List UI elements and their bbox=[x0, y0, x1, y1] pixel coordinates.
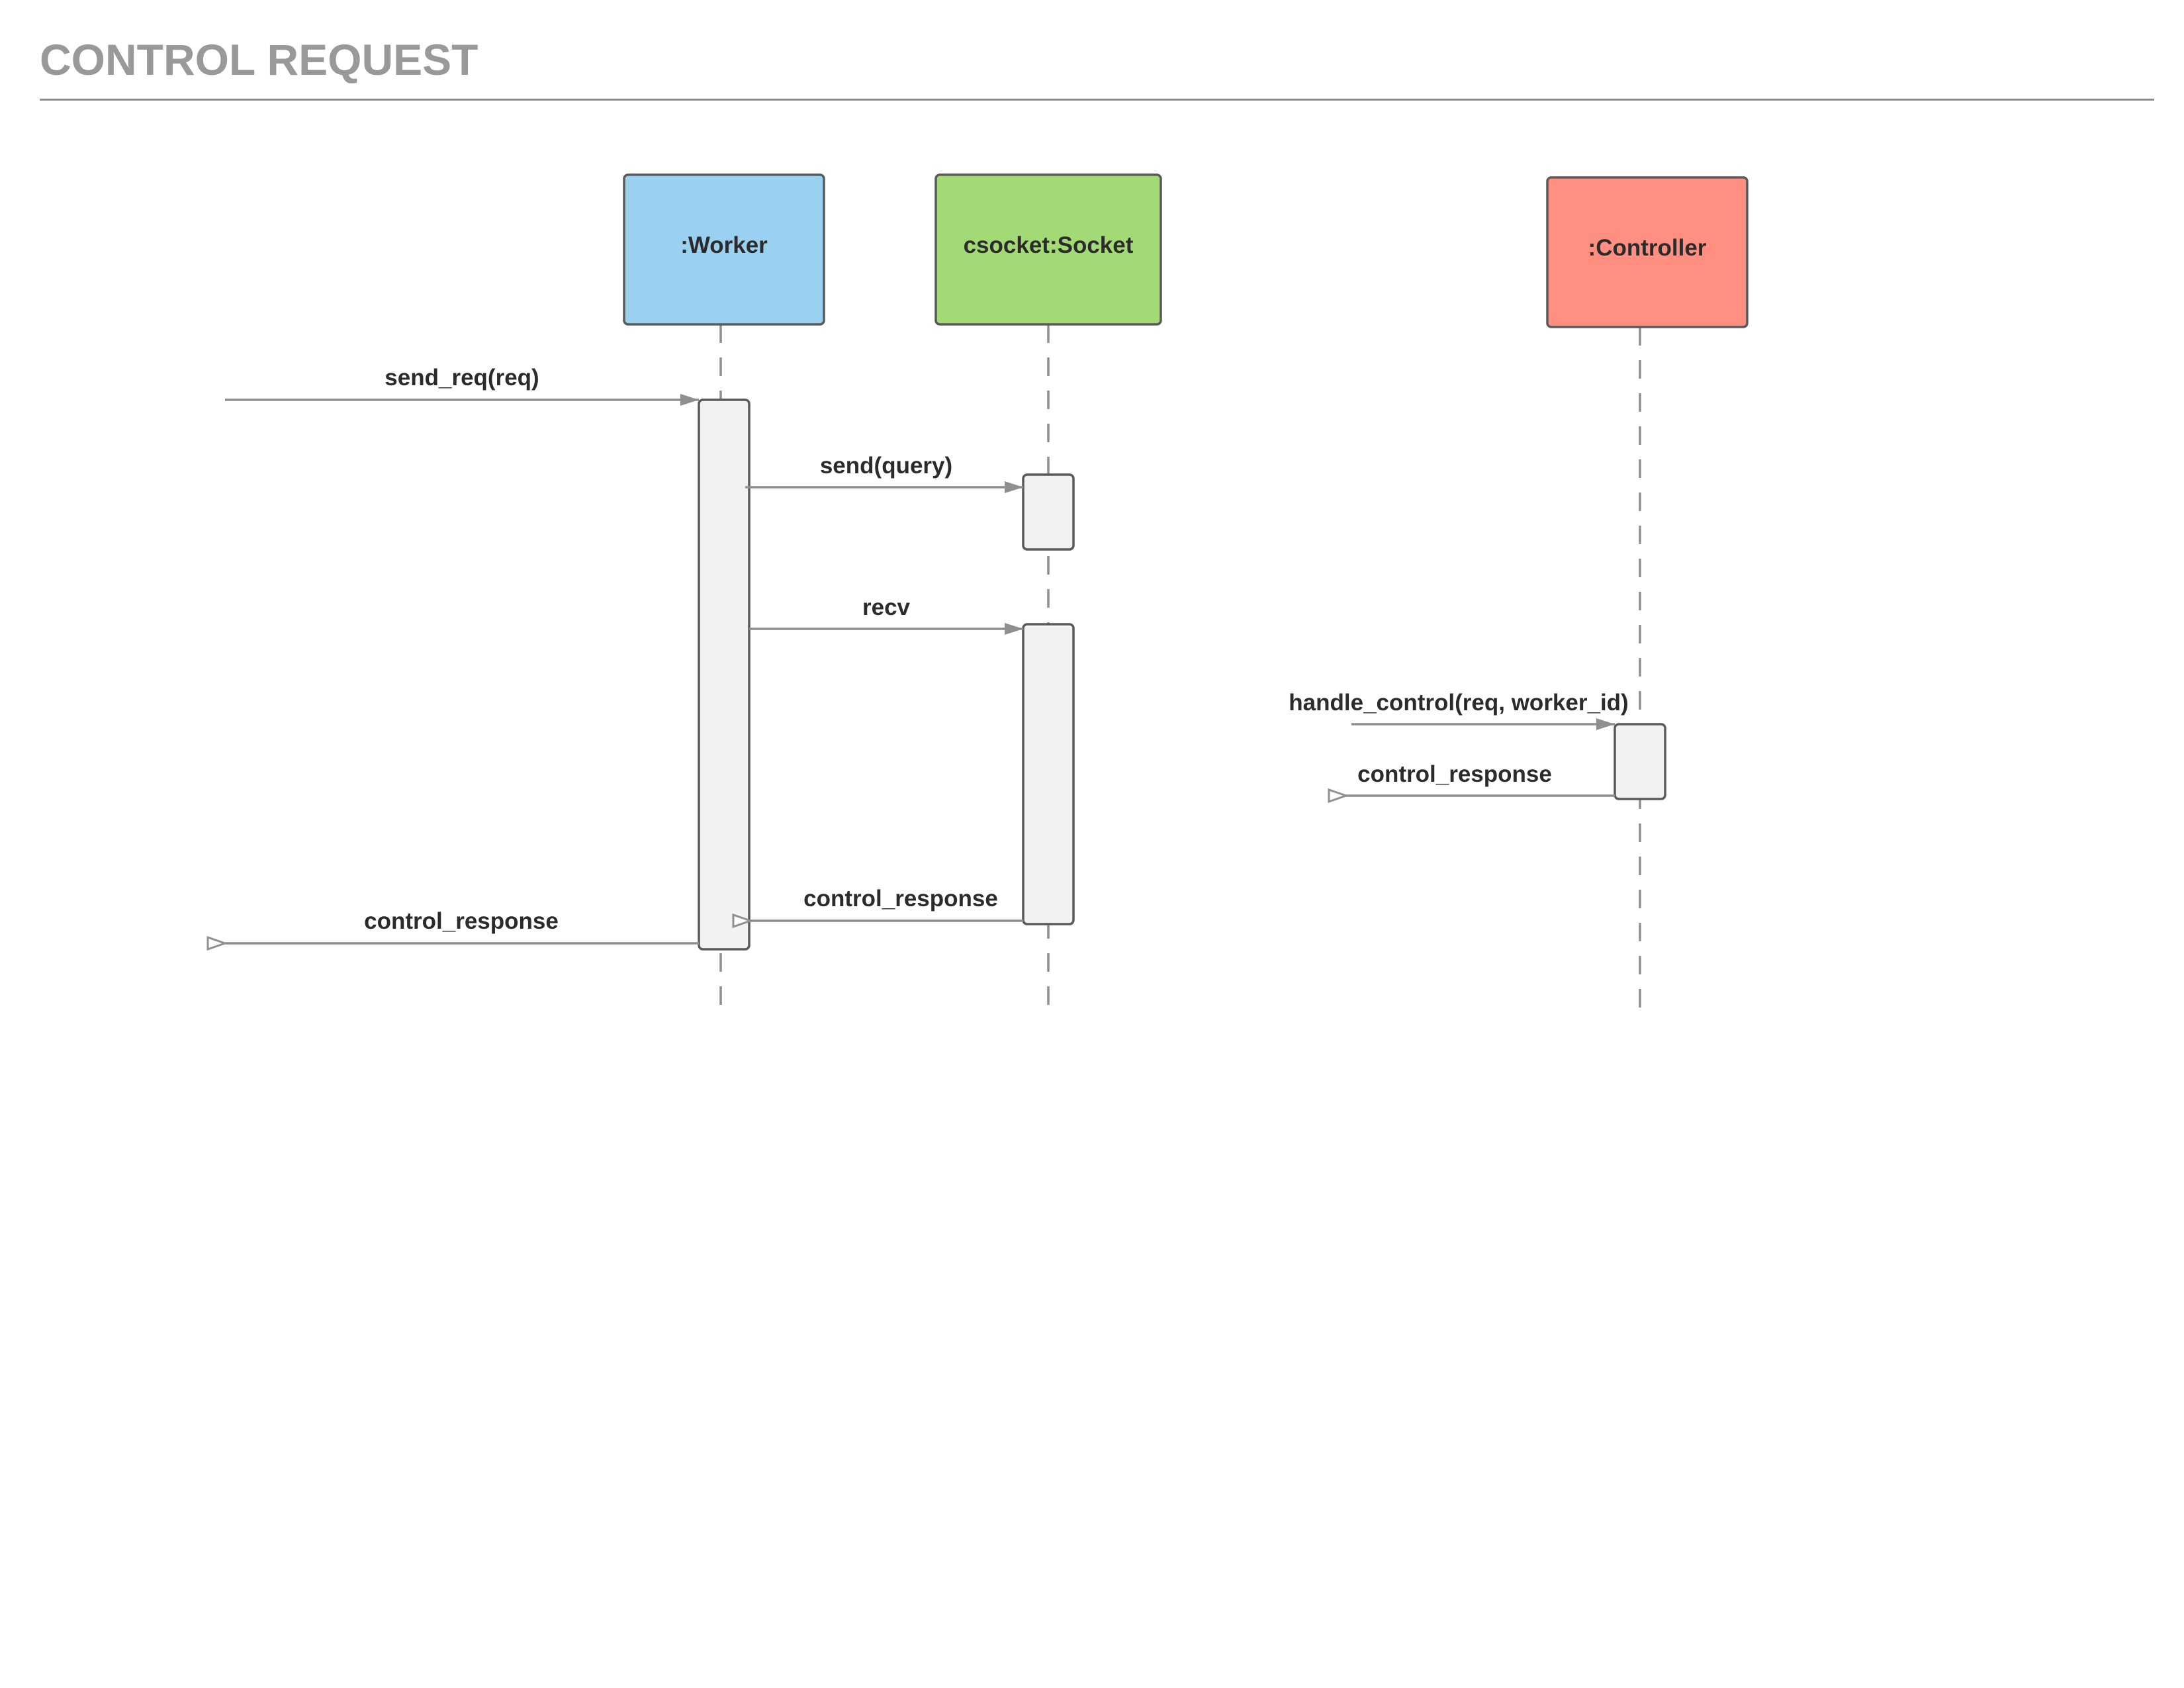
controller-activation bbox=[1614, 723, 1666, 800]
socket-label: csocket:Socket bbox=[964, 232, 1134, 258]
sequence-diagram: :Worker csocket:Socket :Controller send_… bbox=[0, 173, 1749, 1019]
worker-response-label: control_response bbox=[364, 908, 559, 934]
worker-label: :Worker bbox=[680, 232, 768, 258]
socket-activation-send bbox=[1022, 473, 1075, 551]
socket-response-label: control_response bbox=[803, 886, 998, 912]
send-query-label: send(query) bbox=[820, 453, 952, 479]
socket-activation-recv bbox=[1022, 623, 1075, 925]
controller-label: :Controller bbox=[1588, 235, 1707, 261]
worker-activation bbox=[698, 399, 751, 951]
controller-response-label: control_response bbox=[1357, 761, 1552, 787]
handle-control-label: handle_control(req, worker_id) bbox=[1289, 690, 1628, 716]
recv-label: recv bbox=[862, 594, 911, 620]
send-req-label: send_req(req) bbox=[385, 365, 539, 391]
